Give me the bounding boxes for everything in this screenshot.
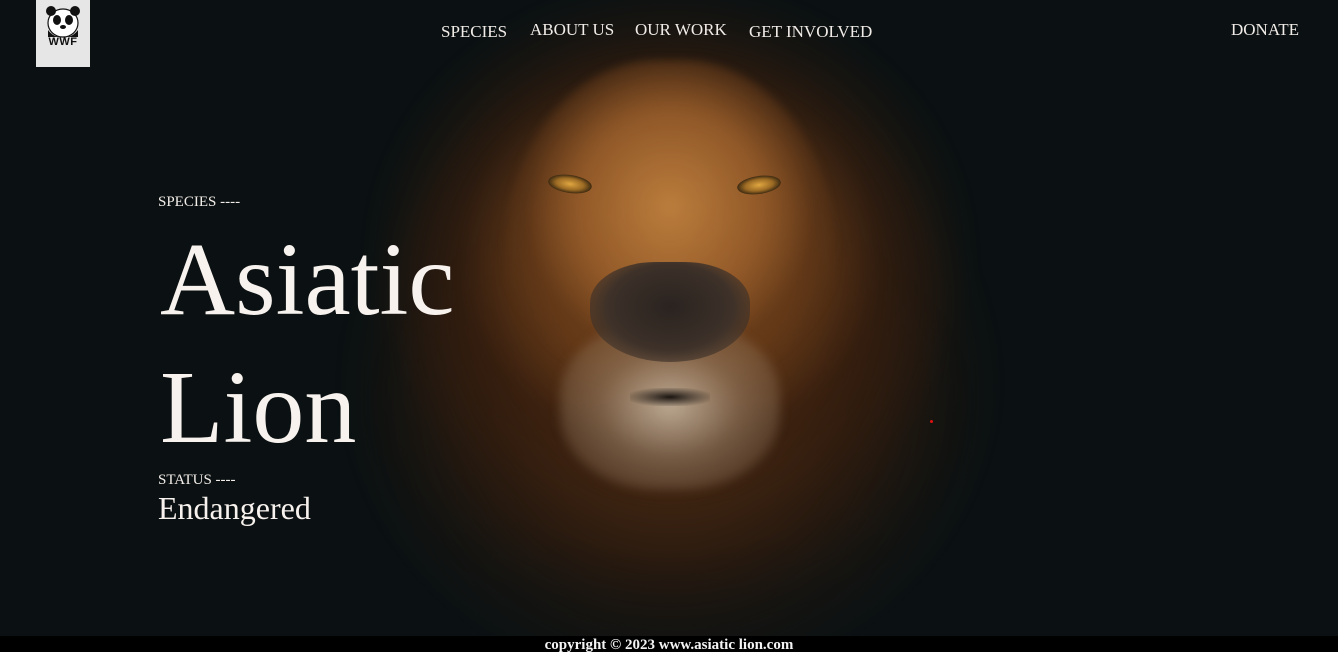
- status-label: STATUS ----: [158, 472, 236, 488]
- status-value: Endangered: [158, 490, 311, 526]
- footer: copyright © 2023 www.asiatic lion.com: [0, 636, 1338, 652]
- main-nav: SPECIES ABOUT US OUR WORK GET INVOLVED D…: [0, 20, 1338, 44]
- nav-about-us[interactable]: ABOUT US: [530, 20, 614, 40]
- page-title-line-1: Asiatic: [160, 222, 455, 337]
- nav-donate[interactable]: DONATE: [1231, 20, 1299, 40]
- cursor-dot: [930, 420, 933, 423]
- page-title-line-2: Lion: [160, 350, 357, 465]
- copyright-text: copyright © 2023 www.asiatic lion.com: [544, 637, 794, 652]
- species-kicker: SPECIES ----: [158, 194, 241, 210]
- nav-species[interactable]: SPECIES: [441, 22, 507, 42]
- nav-get-involved[interactable]: GET INVOLVED: [749, 22, 872, 42]
- nav-our-work[interactable]: OUR WORK: [635, 20, 727, 40]
